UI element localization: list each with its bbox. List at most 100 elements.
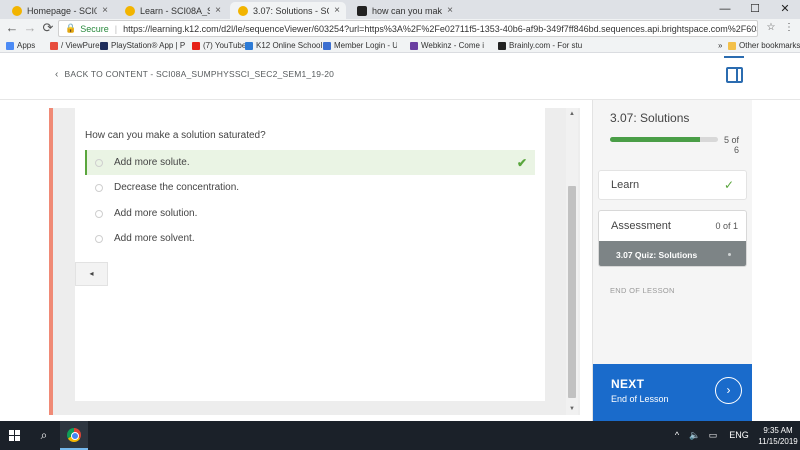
radio-button[interactable] <box>95 234 103 243</box>
address-bar[interactable]: 🔒 Secure | https://learning.k12.com/d2l/… <box>58 20 758 37</box>
bookmark-youtube[interactable]: (7) YouTube <box>192 39 246 52</box>
check-icon: ✓ <box>723 178 734 192</box>
member-login-icon <box>323 41 331 50</box>
assessment-item-quiz[interactable]: 3.07 Quiz: Solutions <box>599 241 746 266</box>
bookmark-k12[interactable]: K12 Online School <box>245 39 322 52</box>
clock[interactable]: 9:35 AM 11/15/2019 <box>758 425 798 447</box>
question-text: How can you make a solution saturated? <box>85 130 266 141</box>
next-button[interactable]: NEXT End of Lesson › <box>593 364 753 421</box>
page-header: ‹ BACK TO CONTENT - SCI08A_SUMPHYSSCI_SEC… <box>0 53 800 100</box>
answer-label: Add more solution. <box>114 208 198 219</box>
next-subtitle: End of Lesson <box>611 394 669 404</box>
radio-button[interactable] <box>95 158 103 167</box>
previous-button[interactable]: ◂ <box>75 262 108 286</box>
scrollbar-thumb[interactable] <box>568 186 576 398</box>
maximize-button[interactable]: ☐ <box>740 0 770 19</box>
tab-title: Homepage - SCI08A_Su <box>27 5 98 16</box>
browser-toolbar: ← → ⟳ 🔒 Secure | https://learning.k12.co… <box>0 19 800 38</box>
bookmark-webkinz[interactable]: Webkinz - Come in <box>410 39 484 52</box>
bookmark-label: Brainly.com - For stu <box>509 41 582 50</box>
tray-chevron-icon[interactable]: ^ <box>670 421 684 450</box>
viewpure-icon <box>50 41 58 50</box>
browser-tab[interactable]: how can you make a solu × <box>349 2 459 19</box>
assessment-count: 0 of 1 <box>715 221 738 231</box>
bookmark-brainly[interactable]: Brainly.com - For stu <box>498 39 582 52</box>
network-icon[interactable]: ▭ <box>706 421 720 450</box>
bookmark-viewpure[interactable]: / ViewPure <box>50 39 100 52</box>
assessment-section: Assessment 0 of 1 3.07 Quiz: Solutions <box>598 210 747 267</box>
minimize-button[interactable]: — <box>710 0 740 19</box>
chrome-icon <box>67 428 81 442</box>
address-separator: | <box>114 23 118 34</box>
tab-title: Learn - SCI08A_SumPhy <box>140 5 211 16</box>
chrome-taskbar-button[interactable] <box>60 421 88 450</box>
bookmark-apps[interactable]: Apps <box>6 39 35 52</box>
tab-close-icon[interactable]: × <box>447 5 453 16</box>
answer-option[interactable]: Add more solvent. <box>85 226 535 251</box>
folder-icon <box>728 41 736 50</box>
radio-button[interactable] <box>95 209 103 218</box>
assessment-header[interactable]: Assessment 0 of 1 <box>599 211 746 241</box>
forward-arrow-icon[interactable]: → <box>22 20 38 36</box>
tab-close-icon[interactable]: × <box>102 5 108 16</box>
windows-logo-icon <box>9 430 20 441</box>
chrome-menu-icon[interactable]: ⋮ <box>782 21 796 35</box>
start-button[interactable] <box>0 421 28 450</box>
status-dot-icon <box>728 253 731 256</box>
bookmark-member-login[interactable]: Member Login - US <box>323 39 397 52</box>
radio-button[interactable] <box>95 183 103 192</box>
youtube-icon <box>192 41 200 50</box>
bookmark-label: Apps <box>17 41 36 50</box>
bookmark-label: Other bookmarks <box>739 41 800 50</box>
tab-title: 3.07: Solutions - SCI08A <box>253 5 329 16</box>
browser-tab-active[interactable]: 3.07: Solutions - SCI08A × <box>230 2 346 19</box>
answer-option-correct[interactable]: Add more solute. ✔ <box>85 150 535 175</box>
end-of-lesson-label: END OF LESSON <box>610 286 675 295</box>
back-link-label: BACK TO CONTENT - SCI08A_SUMPHYSSCI_SEC2… <box>64 69 335 79</box>
browser-tab[interactable]: Learn - SCI08A_SumPhy × <box>117 2 227 19</box>
right-margin <box>752 100 800 421</box>
windows-taskbar: ⌕ ^ 🔈 ▭ ENG 9:35 AM 11/15/2019 <box>0 421 800 450</box>
reload-icon[interactable]: ⟳ <box>40 20 56 36</box>
chevron-right-icon: › <box>715 377 742 404</box>
answer-label: Add more solvent. <box>114 233 195 244</box>
language-indicator[interactable]: ENG <box>724 421 754 450</box>
back-to-content-link[interactable]: ‹ BACK TO CONTENT - SCI08A_SUMPHYSSCI_SEC… <box>55 69 334 80</box>
bookmark-playstation[interactable]: PlayStation® App | P <box>100 39 190 52</box>
answer-label: Decrease the concentration. <box>114 182 240 193</box>
panel-toggle-icon[interactable] <box>726 67 743 83</box>
learn-label: Learn <box>611 179 640 191</box>
lock-icon: 🔒 <box>65 23 77 33</box>
bookmark-label: Webkinz - Come in <box>421 41 484 50</box>
browser-tab[interactable]: Homepage - SCI08A_Su × <box>4 2 114 19</box>
secure-label: Secure <box>80 23 109 34</box>
url-text: https://learning.k12.com/d2l/le/sequence… <box>123 23 757 34</box>
checkmark-icon: ✔ <box>516 155 527 170</box>
answer-option[interactable]: Add more solution. <box>85 201 535 226</box>
scroll-up-icon[interactable]: ▲ <box>566 108 578 120</box>
scrollbar[interactable]: ▲ ▼ <box>566 108 578 415</box>
progress-text: 5 of 6 <box>723 135 739 155</box>
k12-icon <box>12 5 22 16</box>
webkinz-icon <box>410 41 418 50</box>
content-area: How can you make a solution saturated? A… <box>0 100 592 421</box>
learn-item[interactable]: Learn ✓ <box>598 170 747 200</box>
next-title: NEXT <box>611 377 645 391</box>
tab-title: how can you make a solu <box>372 5 443 16</box>
search-icon[interactable]: ⌕ <box>30 421 58 450</box>
bookmark-label: (7) YouTube <box>203 41 247 50</box>
tab-close-icon[interactable]: × <box>334 5 340 16</box>
bookmark-star-icon[interactable]: ☆ <box>764 21 778 35</box>
scroll-down-icon[interactable]: ▼ <box>566 403 578 415</box>
answer-option[interactable]: Decrease the concentration. <box>85 175 535 200</box>
tab-close-icon[interactable]: × <box>215 5 221 16</box>
volume-icon[interactable]: 🔈 <box>688 421 702 450</box>
brainly-icon <box>357 5 367 16</box>
bookmark-label: Member Login - US <box>334 41 397 50</box>
other-bookmarks[interactable]: Other bookmarks <box>728 39 800 52</box>
back-arrow-icon[interactable]: ← <box>4 20 20 36</box>
playstation-icon <box>100 41 108 50</box>
bookmarks-overflow-icon[interactable]: » <box>718 39 722 52</box>
close-window-button[interactable]: ✕ <box>770 0 800 19</box>
brainly-icon <box>498 41 506 50</box>
